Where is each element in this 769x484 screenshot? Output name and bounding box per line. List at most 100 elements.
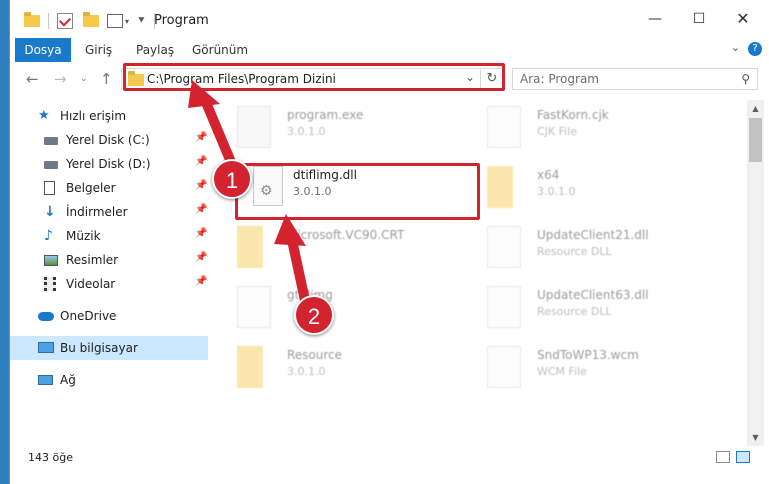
- pin-icon[interactable]: 📌: [195, 204, 207, 215]
- cloud-icon: [38, 312, 54, 321]
- minimize-button[interactable]: —: [642, 8, 668, 30]
- status-bar: 143 öğe: [10, 446, 769, 468]
- search-icon[interactable]: ⚲: [741, 72, 750, 86]
- drive-icon: [44, 161, 58, 169]
- back-icon[interactable]: ←: [26, 70, 39, 88]
- quick-access-toolbar: ▾ ⯆: [24, 12, 155, 30]
- sidebar-item-label: Belgeler: [66, 181, 116, 195]
- sidebar-item-this-pc[interactable]: Bu bilgisayar: [10, 336, 208, 360]
- sidebar-item-network[interactable]: Ağ: [10, 368, 208, 392]
- download-icon: ↓: [44, 204, 56, 220]
- file-type: Resource DLL: [537, 305, 612, 318]
- folder-icon: [237, 226, 263, 268]
- search-placeholder: Ara: Program: [520, 72, 599, 86]
- file-item[interactable]: UpdateClient21.dll Resource DLL: [467, 220, 707, 276]
- file-version: 3.0.1.0: [287, 365, 326, 378]
- file-type: CJK File: [537, 125, 578, 138]
- file-highlight: [235, 163, 480, 220]
- file-version: 3.0.1.0: [537, 185, 576, 198]
- separator: [48, 13, 49, 29]
- item-count: 143 öğe: [28, 451, 73, 464]
- new-folder-icon[interactable]: [83, 12, 99, 27]
- address-highlight: [123, 63, 505, 91]
- file-item[interactable]: Microsoft.VC90.CRT: [217, 220, 457, 276]
- sidebar-item-pictures[interactable]: Resimler 📌: [10, 248, 208, 272]
- scroll-down-icon[interactable]: ▼: [747, 429, 764, 446]
- vertical-scrollbar[interactable]: ▲ ▼: [747, 100, 764, 446]
- sidebar-item-drive-d[interactable]: Yerel Disk (D:) 📌: [10, 152, 208, 176]
- pin-icon[interactable]: 📌: [195, 132, 207, 143]
- file-name: FastKorn.cjk: [537, 108, 609, 122]
- pin-icon[interactable]: 📌: [195, 180, 207, 191]
- file-item[interactable]: program.exe 3.0.1.0: [217, 100, 457, 156]
- help-icon[interactable]: ?: [748, 42, 762, 56]
- sidebar-item-label: Yerel Disk (D:): [66, 157, 151, 171]
- sidebar-item-music[interactable]: ♪ Müzik 📌: [10, 224, 208, 248]
- tab-home[interactable]: Giriş: [85, 38, 112, 62]
- videos-icon: [44, 277, 56, 291]
- file-item[interactable]: SndToWP13.wcm WCM File: [467, 340, 707, 396]
- star-icon: ★: [38, 108, 50, 123]
- search-input[interactable]: Ara: Program ⚲: [512, 68, 758, 90]
- sidebar-item-label: Ağ: [60, 373, 76, 387]
- file-item[interactable]: x64 3.0.1.0: [467, 160, 707, 216]
- file-icon: [487, 106, 521, 148]
- file-item[interactable]: FastKorn.cjk CJK File: [467, 100, 707, 156]
- folder-icon: [237, 346, 263, 388]
- file-list: program.exe 3.0.1.0 ⚙ dtiflimg.dll 3.0.1…: [217, 100, 747, 446]
- file-name: UpdateClient63.dll: [537, 288, 649, 302]
- file-name: Resource: [287, 348, 343, 362]
- step-badge-1: 1: [212, 159, 252, 199]
- sidebar-item-label: Yerel Disk (C:): [66, 133, 150, 147]
- dropdown-icon[interactable]: ▾: [125, 17, 129, 26]
- file-item[interactable]: gtiflimg: [217, 280, 457, 336]
- tab-file[interactable]: Dosya: [15, 38, 71, 62]
- maximize-button[interactable]: ☐: [686, 8, 712, 30]
- forward-icon[interactable]: →: [54, 70, 67, 88]
- sidebar-item-label: Videolar: [66, 277, 116, 291]
- file-item[interactable]: Resource 3.0.1.0: [217, 340, 457, 396]
- sidebar-item-drive-c[interactable]: Yerel Disk (C:) 📌: [10, 128, 208, 152]
- file-icon: [237, 286, 271, 328]
- file-name: Microsoft.VC90.CRT: [287, 228, 405, 242]
- tab-view[interactable]: Görünüm: [192, 38, 248, 62]
- music-icon: ♪: [44, 228, 53, 244]
- sidebar-item-label: İndirmeler: [66, 205, 128, 219]
- sidebar-item-label: Resimler: [66, 253, 119, 267]
- step-badge-2: 2: [294, 295, 334, 335]
- file-type: Resource DLL: [537, 245, 612, 258]
- folder-icon: [487, 166, 513, 208]
- ribbon-tabs: Dosya Giriş Paylaş Görünüm ⌄ ?: [10, 38, 769, 63]
- sidebar-item-quick-access[interactable]: ★ Hızlı erişim: [10, 104, 208, 128]
- scroll-thumb[interactable]: [749, 118, 762, 162]
- sidebar-item-downloads[interactable]: ↓ İndirmeler 📌: [10, 200, 208, 224]
- file-name: x64: [537, 168, 560, 182]
- pin-icon[interactable]: 📌: [195, 228, 207, 239]
- pin-icon[interactable]: 📌: [195, 276, 207, 287]
- scroll-up-icon[interactable]: ▲: [747, 100, 764, 117]
- chevron-down-icon[interactable]: ⌄: [731, 41, 740, 54]
- close-button[interactable]: ✕: [730, 8, 756, 30]
- sidebar-item-label: OneDrive: [60, 309, 117, 323]
- customize-toolbar-icon[interactable]: ⯆: [137, 14, 146, 28]
- window-title: Program: [154, 13, 209, 28]
- sidebar-item-onedrive[interactable]: OneDrive: [10, 304, 208, 328]
- up-icon[interactable]: ↑: [100, 70, 113, 88]
- dll-file-icon: [487, 286, 521, 328]
- network-icon: [38, 375, 53, 385]
- properties-icon[interactable]: [57, 13, 73, 29]
- recent-dropdown-icon[interactable]: ⌄: [80, 74, 88, 84]
- sidebar-item-videos[interactable]: Videolar 📌: [10, 272, 208, 296]
- large-icons-view-icon[interactable]: [736, 451, 750, 463]
- file-type: WCM File: [537, 365, 587, 378]
- computer-icon: [38, 342, 54, 353]
- sidebar-item-label: Müzik: [66, 229, 101, 243]
- pin-icon[interactable]: 📌: [195, 252, 207, 263]
- sidebar-item-documents[interactable]: Belgeler 📌: [10, 176, 208, 200]
- pin-icon[interactable]: 📌: [195, 156, 207, 167]
- title-bar: ▾ ⯆ Program — ☐ ✕: [10, 0, 769, 38]
- file-item[interactable]: UpdateClient63.dll Resource DLL: [467, 280, 707, 336]
- view-icon[interactable]: [107, 14, 123, 28]
- details-view-icon[interactable]: [716, 451, 730, 463]
- tab-share[interactable]: Paylaş: [136, 38, 174, 62]
